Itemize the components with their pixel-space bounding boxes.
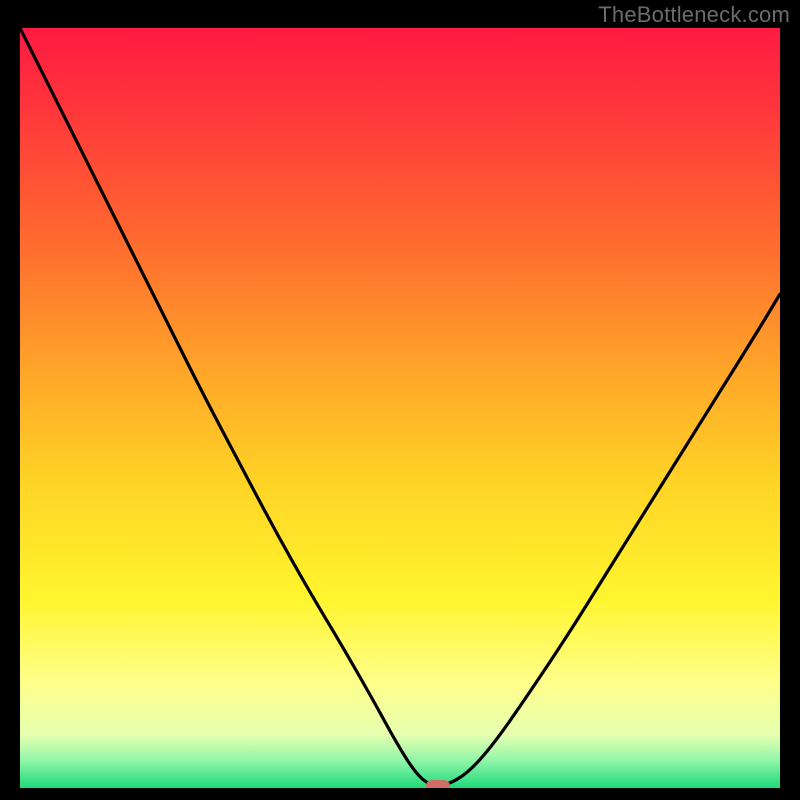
watermark-text: TheBottleneck.com — [598, 2, 790, 28]
bottleneck-curve — [20, 28, 780, 788]
optimal-marker — [426, 780, 450, 788]
chart-frame: TheBottleneck.com — [0, 0, 800, 800]
plot-area — [20, 28, 780, 788]
